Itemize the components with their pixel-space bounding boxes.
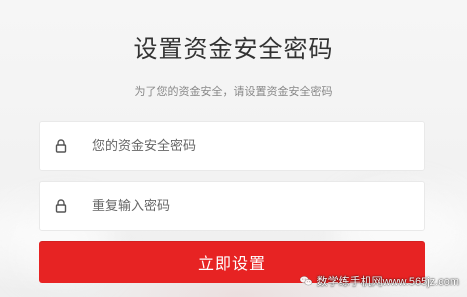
page-subtitle: 为了您的资金安全，请设置资金安全密码 xyxy=(134,85,333,98)
password-input[interactable] xyxy=(92,122,412,170)
chat-icon xyxy=(299,275,313,287)
lock-icon xyxy=(55,198,67,214)
watermark: 数学练手机网www.565jz.com xyxy=(299,273,459,289)
lock-icon xyxy=(55,138,67,154)
page-title: 设置资金安全密码 xyxy=(133,35,334,63)
password-field-container[interactable] xyxy=(39,121,425,171)
repeat-password-input[interactable] xyxy=(92,182,412,230)
repeat-password-field-container[interactable] xyxy=(39,181,425,231)
watermark-text: 数学练手机网www.565jz.com xyxy=(316,276,459,288)
